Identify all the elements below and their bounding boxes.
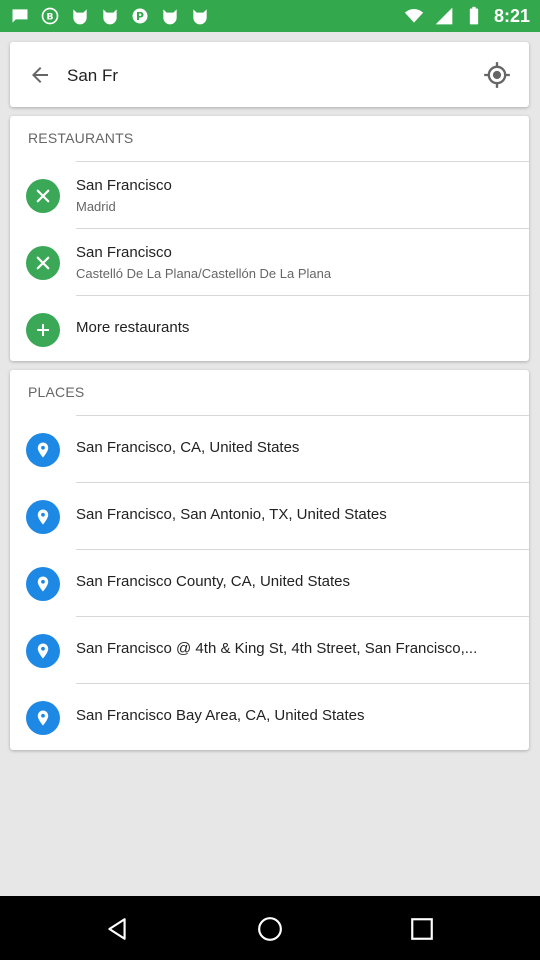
place-item[interactable]: San Francisco Bay Area, CA, United State… — [10, 683, 529, 750]
restaurant-subtitle: Castelló De La Plana/Castellón De La Pla… — [76, 266, 332, 281]
restaurant-item[interactable]: San Francisco Madrid — [10, 161, 529, 228]
status-time: 8:21 — [493, 6, 530, 26]
location-pin-icon — [26, 433, 60, 467]
restaurant-icon — [26, 246, 60, 280]
restaurant-item[interactable]: San Francisco Castelló De La Plana/Caste… — [10, 228, 529, 295]
divider — [76, 683, 529, 684]
cat-icon — [193, 9, 207, 25]
search-input[interactable] — [65, 60, 469, 92]
restaurants-section: RESTAURANTS San Francisco Madrid San Fra… — [10, 116, 529, 361]
place-item[interactable]: San Francisco County, CA, United States — [10, 549, 529, 616]
location-pin-icon — [26, 567, 60, 601]
divider — [76, 482, 529, 483]
divider — [76, 549, 529, 550]
plus-icon — [26, 313, 60, 347]
my-location-icon[interactable] — [483, 61, 511, 89]
pinterest-icon: P — [132, 8, 148, 24]
place-item[interactable]: San Francisco, CA, United States — [10, 415, 529, 482]
search-bar — [10, 42, 529, 107]
restaurant-title: San Francisco — [76, 244, 172, 261]
svg-text:B: B — [47, 11, 54, 22]
cat-icon — [163, 9, 177, 25]
divider — [76, 295, 529, 296]
places-header: PLACES — [28, 384, 85, 400]
cat-icon — [73, 9, 87, 25]
status-bar: B P 8:21 — [0, 0, 540, 32]
places-section: PLACES San Francisco, CA, United States … — [10, 370, 529, 750]
place-title: San Francisco, CA, United States — [76, 439, 300, 456]
place-item[interactable]: San Francisco, San Antonio, TX, United S… — [10, 482, 529, 549]
restaurant-subtitle: Madrid — [76, 199, 116, 214]
restaurant-icon — [26, 179, 60, 213]
more-restaurants-button[interactable]: More restaurants — [10, 295, 529, 362]
divider — [76, 161, 529, 162]
location-pin-icon — [26, 701, 60, 735]
divider — [76, 616, 529, 617]
navigation-bar — [0, 896, 540, 960]
battery-icon — [469, 6, 479, 25]
location-pin-icon — [26, 634, 60, 668]
place-title: San Francisco County, CA, United States — [76, 573, 351, 590]
signal-icon — [435, 7, 453, 25]
home-nav-icon[interactable] — [257, 916, 283, 942]
more-restaurants-label: More restaurants — [76, 319, 190, 336]
divider — [76, 228, 529, 229]
cat-icon — [103, 9, 117, 25]
restaurant-title: San Francisco — [76, 177, 172, 194]
wifi-icon — [404, 9, 424, 23]
bitcoin-icon: B — [41, 7, 59, 25]
restaurants-header: RESTAURANTS — [28, 130, 134, 146]
location-pin-icon — [26, 500, 60, 534]
back-arrow-icon[interactable] — [28, 63, 52, 87]
recents-nav-icon[interactable] — [409, 916, 435, 942]
divider — [76, 415, 529, 416]
svg-text:P: P — [136, 10, 144, 23]
back-nav-icon[interactable] — [104, 916, 130, 942]
place-title: San Francisco @ 4th & King St, 4th Stree… — [76, 640, 478, 657]
message-icon — [12, 9, 28, 23]
place-title: San Francisco, San Antonio, TX, United S… — [76, 506, 387, 523]
place-title: San Francisco Bay Area, CA, United State… — [76, 707, 365, 724]
place-item[interactable]: San Francisco @ 4th & King St, 4th Stree… — [10, 616, 529, 683]
